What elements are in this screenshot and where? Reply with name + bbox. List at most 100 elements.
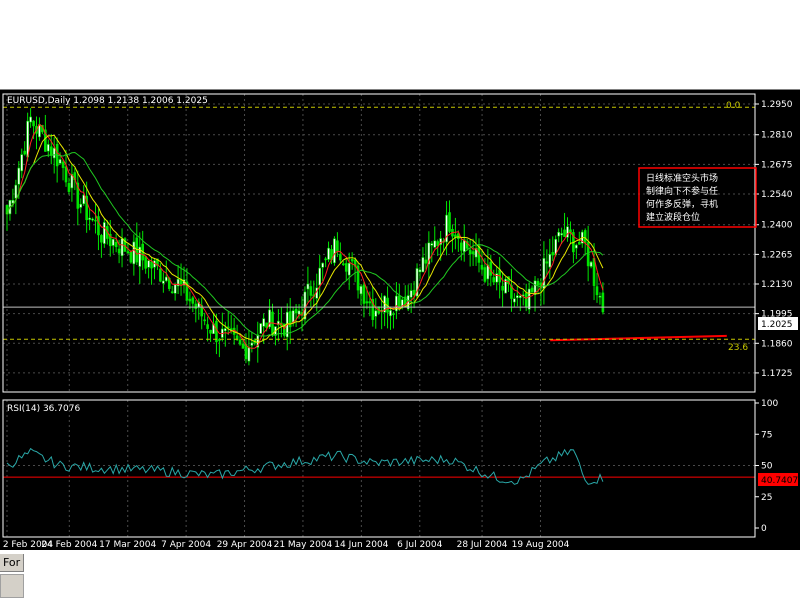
candle-body: [209, 329, 212, 334]
candle-body: [318, 267, 322, 286]
candle-body: [589, 261, 593, 267]
note-line-1: 日线标准空头市场: [646, 172, 718, 184]
candle-body: [557, 232, 560, 237]
symbol-header: EURUSD,Daily 1.2098 1.2138 1.2006 1.2025: [7, 96, 208, 106]
candle-body: [79, 203, 83, 208]
fib-label-bottom: 23.6: [728, 343, 748, 353]
candle-body: [147, 260, 150, 268]
rsi-tick-label: 0: [761, 524, 767, 534]
candle-body: [583, 230, 587, 243]
candle-body: [542, 258, 546, 289]
candle-body: [58, 159, 62, 164]
candle-body: [471, 251, 475, 255]
chart-canvas[interactable]: 1.2950 1.2810 1.2675 1.2540 1.2400 1.2265 1.21…: [0, 90, 800, 551]
candle-body: [159, 268, 162, 282]
candle-body: [492, 277, 496, 283]
time-tick-label: 28 Jul 2004: [457, 540, 508, 550]
candle-body: [14, 184, 18, 199]
candle-body: [67, 183, 71, 192]
candle-body: [129, 251, 133, 263]
candle-body: [23, 150, 27, 155]
candle-body: [424, 259, 428, 264]
candle-body: [347, 262, 351, 276]
candle-body: [548, 254, 552, 268]
candle-body: [162, 280, 165, 284]
candle-body: [194, 303, 198, 309]
candle-body: [241, 343, 245, 349]
candle-body: [418, 269, 422, 273]
candle-body: [150, 261, 153, 269]
candle-body: [321, 262, 324, 268]
candle-body: [132, 241, 136, 265]
candle-body: [459, 242, 463, 251]
candle-body: [536, 281, 540, 286]
candle-body: [111, 239, 115, 246]
candle-body: [344, 263, 348, 272]
candle-body: [551, 252, 555, 256]
candle-body: [126, 251, 130, 254]
candle-body: [206, 324, 209, 329]
candle-body: [365, 301, 369, 304]
candle-body: [114, 242, 118, 248]
candle-body: [501, 285, 504, 291]
candle-body: [17, 167, 21, 185]
candle-body: [309, 286, 313, 296]
note-line-3: 何作多反弹，寻机: [646, 198, 718, 210]
candle-body: [563, 229, 566, 237]
candle-body: [52, 147, 56, 159]
candle-body: [100, 235, 103, 243]
candle-body: [560, 233, 563, 236]
candle-body: [598, 295, 602, 298]
candle-body: [483, 267, 487, 282]
candle-body: [82, 194, 85, 205]
candle-body: [64, 166, 68, 183]
candle-body: [339, 254, 342, 261]
candle-body: [350, 258, 354, 262]
candle-body: [389, 310, 392, 317]
candle-body: [359, 286, 363, 295]
rsi-line: [6, 447, 604, 485]
candle-body: [306, 283, 310, 290]
time-tick-label: 21 May 2004: [274, 540, 333, 550]
candle-body: [188, 298, 192, 302]
time-tick-label: 14 Jun 2004: [334, 540, 388, 550]
price-tick-label: 1.2540: [761, 190, 793, 200]
current-price-label: 1.2025: [761, 320, 793, 330]
candle-body: [103, 222, 106, 244]
rsi-tick-label: 75: [761, 430, 772, 440]
candle-body: [480, 264, 484, 270]
note-line-4: 建立波段仓位: [646, 211, 700, 223]
candle-body: [374, 310, 378, 317]
bottom-panel: For H: [0, 550, 800, 600]
price-tick-label: 1.2400: [761, 221, 793, 231]
candle-body: [545, 261, 549, 264]
time-tick-label: 7 Apr 2004: [161, 540, 211, 550]
candle-body: [259, 323, 263, 334]
candle-body: [247, 347, 251, 362]
time-tick-label: 24 Feb 2004: [41, 540, 97, 550]
resize-grip-icon[interactable]: [0, 574, 24, 598]
price-tick-label: 1.1725: [761, 369, 793, 379]
candle-body: [29, 116, 32, 123]
candle-body: [91, 218, 94, 221]
candle-body: [20, 154, 24, 172]
candle-body: [412, 289, 416, 296]
candle-body: [518, 295, 522, 298]
candle-body: [215, 320, 218, 343]
candle-body: [165, 276, 168, 282]
bottom-tab[interactable]: For H: [0, 554, 24, 572]
support-line: [550, 334, 727, 342]
candle-body: [117, 248, 121, 254]
candle-body: [144, 256, 147, 269]
time-tick-label: 6 Jul 2004: [397, 540, 442, 550]
time-tick-label: 17 Mar 2004: [99, 540, 156, 550]
note-line-2: 制律向下不参与任: [646, 185, 718, 197]
candle-body: [468, 249, 472, 255]
rsi-pane-frame: [2, 399, 756, 538]
candle-body: [327, 247, 330, 260]
candle-body: [336, 240, 339, 252]
candle-body: [297, 310, 301, 315]
candle-body: [271, 311, 274, 336]
candle-body: [362, 284, 366, 304]
candle-body: [94, 219, 97, 222]
